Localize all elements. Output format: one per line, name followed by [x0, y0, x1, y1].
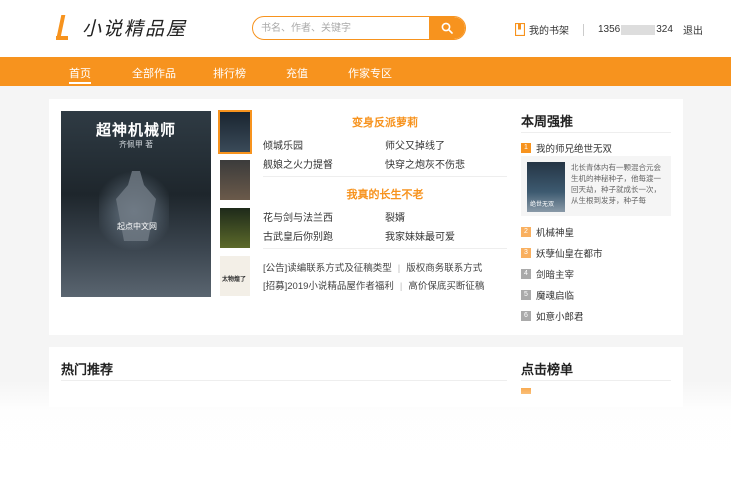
- cover-brand: 起点中文网: [117, 222, 157, 231]
- logo-mark-icon: [56, 15, 68, 41]
- logout-link[interactable]: 退出: [683, 22, 703, 37]
- book-link[interactable]: 师父又掉线了: [385, 137, 445, 152]
- rank-number: 5: [521, 290, 531, 300]
- notice-link[interactable]: [公告]读编联系方式及征稿类型: [263, 263, 392, 274]
- search-box: [252, 16, 466, 40]
- rank-item[interactable]: 2 机械神皇: [521, 225, 574, 239]
- rank-number: 1: [521, 143, 531, 153]
- notice-row: [招募]2019小说精品屋作者福利 | 高价保底买断征稿: [263, 278, 484, 292]
- feature-cover: 绝世无双: [527, 162, 565, 212]
- feature-cover-label: 绝世无双: [530, 202, 555, 208]
- book-link[interactable]: 快穿之炮灰不伤悲: [385, 156, 465, 171]
- notice-link[interactable]: 高价保底买断征稿: [408, 281, 484, 292]
- cover-title: 超神机械师: [95, 122, 176, 139]
- section-title-1[interactable]: 变身反派萝莉: [263, 114, 507, 130]
- rank-number: 4: [521, 269, 531, 279]
- rank-number: 3: [521, 248, 531, 258]
- notice-separator: |: [399, 281, 403, 292]
- cover-thumb-3[interactable]: [220, 208, 250, 248]
- click-rank-title: 点击榜单: [521, 362, 574, 377]
- section-divider: [263, 176, 507, 177]
- notice-link[interactable]: 版权商务联系方式: [406, 263, 482, 274]
- rank-item[interactable]: 1 我的师兄绝世无双: [521, 141, 612, 155]
- book-link[interactable]: 我家妹妹最可爱: [385, 228, 455, 243]
- featured-panel: 超神机械师 齐佩甲 著 起点中文网 太物煌了 变身反派萝莉 倾城乐园 师父又掉线…: [49, 99, 683, 335]
- book-link[interactable]: 裂婿: [385, 209, 405, 224]
- rank-book-name: 机械神皇: [536, 228, 575, 239]
- book-link[interactable]: 花与剑与法兰西: [263, 209, 333, 224]
- bookshelf-icon: [515, 23, 525, 36]
- site-logo[interactable]: 小说精品屋: [56, 14, 187, 41]
- weekly-title: 本周强推: [521, 114, 574, 129]
- cover-thumb-4[interactable]: 太物煌了: [220, 256, 250, 296]
- section-divider: [263, 248, 507, 249]
- user-phone[interactable]: 1356 324: [598, 24, 673, 35]
- hot-title: 热门推荐: [61, 362, 114, 377]
- nav-item-home[interactable]: 首页: [69, 65, 91, 84]
- search-icon: [441, 22, 453, 34]
- cover-author: 齐佩甲 著: [118, 140, 154, 149]
- cover-thumb-2[interactable]: [220, 160, 250, 200]
- featured-cover[interactable]: 超神机械师 齐佩甲 著 起点中文网: [61, 111, 211, 297]
- logo-text: 小说精品屋: [82, 18, 188, 40]
- cover-thumb-1[interactable]: [218, 110, 252, 154]
- weekly-feature[interactable]: 绝世无双 北长青体内有一颗混合元会生机的神秘种子，他每渡一回天劫，种子就成长一次…: [521, 156, 671, 216]
- notice-row: [公告]读编联系方式及征稿类型 | 版权商务联系方式: [263, 260, 482, 274]
- nav-item-author-zone[interactable]: 作家专区: [348, 65, 392, 81]
- rank-item[interactable]: 6 如意小郎君: [521, 309, 584, 323]
- book-link[interactable]: 古武皇后你别跑: [263, 228, 333, 243]
- phone-prefix: 1356: [598, 24, 621, 35]
- thumb-4-title: 太物煌了: [222, 277, 247, 283]
- notice-link[interactable]: [招募]2019小说精品屋作者福利: [263, 281, 394, 292]
- main-nav: 首页 全部作品 排行榜 充值 作家专区: [0, 57, 731, 86]
- weekly-divider: [521, 132, 671, 133]
- search-input[interactable]: [261, 20, 429, 36]
- bookshelf-link[interactable]: 我的书架: [529, 22, 569, 37]
- search-button[interactable]: [429, 17, 465, 39]
- header-divider: [583, 23, 584, 36]
- feature-blurb: 北长青体内有一颗混合元会生机的神秘种子，他每渡一回天劫，种子就成长一次，从生根到…: [571, 163, 661, 205]
- nav-item-recharge[interactable]: 充值: [286, 65, 308, 81]
- section-title-2[interactable]: 我真的长生不老: [263, 186, 507, 202]
- site-header: 小说精品屋 我的书架 1356 324 退出: [0, 0, 731, 57]
- rank-book-name: 魔魂启临: [536, 291, 575, 302]
- phone-mask: [621, 24, 656, 35]
- book-link[interactable]: 倾城乐园: [263, 137, 303, 152]
- rank-book-name: 如意小郎君: [536, 312, 584, 323]
- rank-book-name: 剑暗主宰: [536, 270, 575, 281]
- book-link[interactable]: 舰娘之火力提督: [263, 156, 333, 171]
- phone-suffix: 324: [656, 24, 673, 35]
- user-area: 我的书架 1356 324 退出: [515, 22, 703, 37]
- rank-item[interactable]: 5 魔魂启临: [521, 288, 574, 302]
- loading-fade-overlay: [0, 380, 731, 490]
- nav-item-all-works[interactable]: 全部作品: [132, 65, 176, 81]
- rank-book-name: 我的师兄绝世无双: [536, 144, 613, 155]
- nav-item-rankings[interactable]: 排行榜: [213, 65, 246, 81]
- rank-item[interactable]: 3 妖孽仙皇在都市: [521, 246, 603, 260]
- rank-number: 6: [521, 311, 531, 321]
- notice-separator: |: [397, 263, 401, 274]
- rank-number: 2: [521, 227, 531, 237]
- rank-book-name: 妖孽仙皇在都市: [536, 249, 603, 260]
- rank-item[interactable]: 4 剑暗主宰: [521, 267, 574, 281]
